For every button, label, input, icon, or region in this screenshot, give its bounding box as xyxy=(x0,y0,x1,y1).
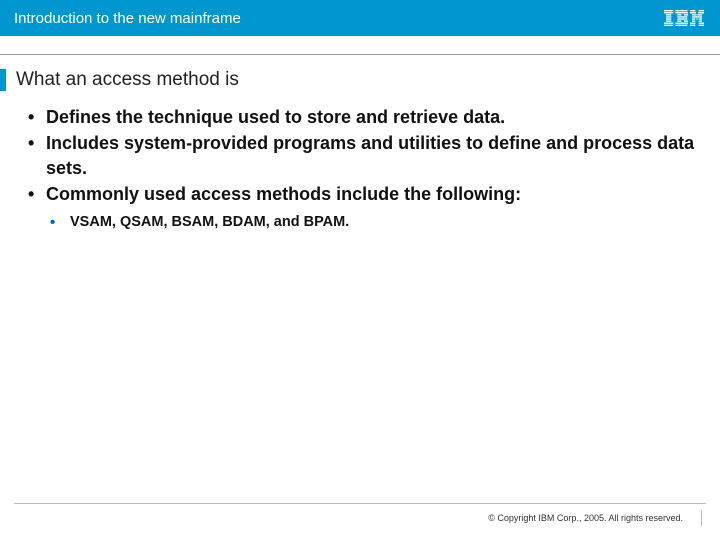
title-row: What an access method is xyxy=(0,69,720,91)
content-area: Defines the technique used to store and … xyxy=(0,91,720,234)
header-bar: Introduction to the new mainframe xyxy=(0,0,720,36)
bullet-item: Includes system-provided programs and ut… xyxy=(28,131,698,180)
sub-bullet-item: VSAM, QSAM, BSAM, BDAM, and BPAM. xyxy=(50,212,698,232)
divider-bottom xyxy=(14,503,706,504)
title-marker-icon xyxy=(0,69,6,91)
bullet-text: Defines the technique used to store and … xyxy=(46,107,505,127)
bullet-item: Commonly used access methods include the… xyxy=(28,182,698,233)
slide-container: Introduction to the new mainframe xyxy=(0,0,720,540)
ibm-logo-icon xyxy=(662,10,706,26)
footer: © Copyright IBM Corp., 2005. All rights … xyxy=(0,503,720,526)
footer-row: © Copyright IBM Corp., 2005. All rights … xyxy=(0,510,720,526)
bullet-list: Defines the technique used to store and … xyxy=(28,105,698,232)
divider-top xyxy=(0,54,720,55)
copyright-text: © Copyright IBM Corp., 2005. All rights … xyxy=(488,513,683,523)
footer-divider-icon xyxy=(701,510,702,526)
bullet-item: Defines the technique used to store and … xyxy=(28,105,698,129)
sub-bullet-list: VSAM, QSAM, BSAM, BDAM, and BPAM. xyxy=(46,212,698,232)
bullet-text: Includes system-provided programs and ut… xyxy=(46,133,694,177)
slide-title: What an access method is xyxy=(16,69,239,91)
header-title: Introduction to the new mainframe xyxy=(14,10,241,27)
bullet-text: Commonly used access methods include the… xyxy=(46,184,521,204)
sub-bullet-text: VSAM, QSAM, BSAM, BDAM, and BPAM. xyxy=(70,214,349,230)
